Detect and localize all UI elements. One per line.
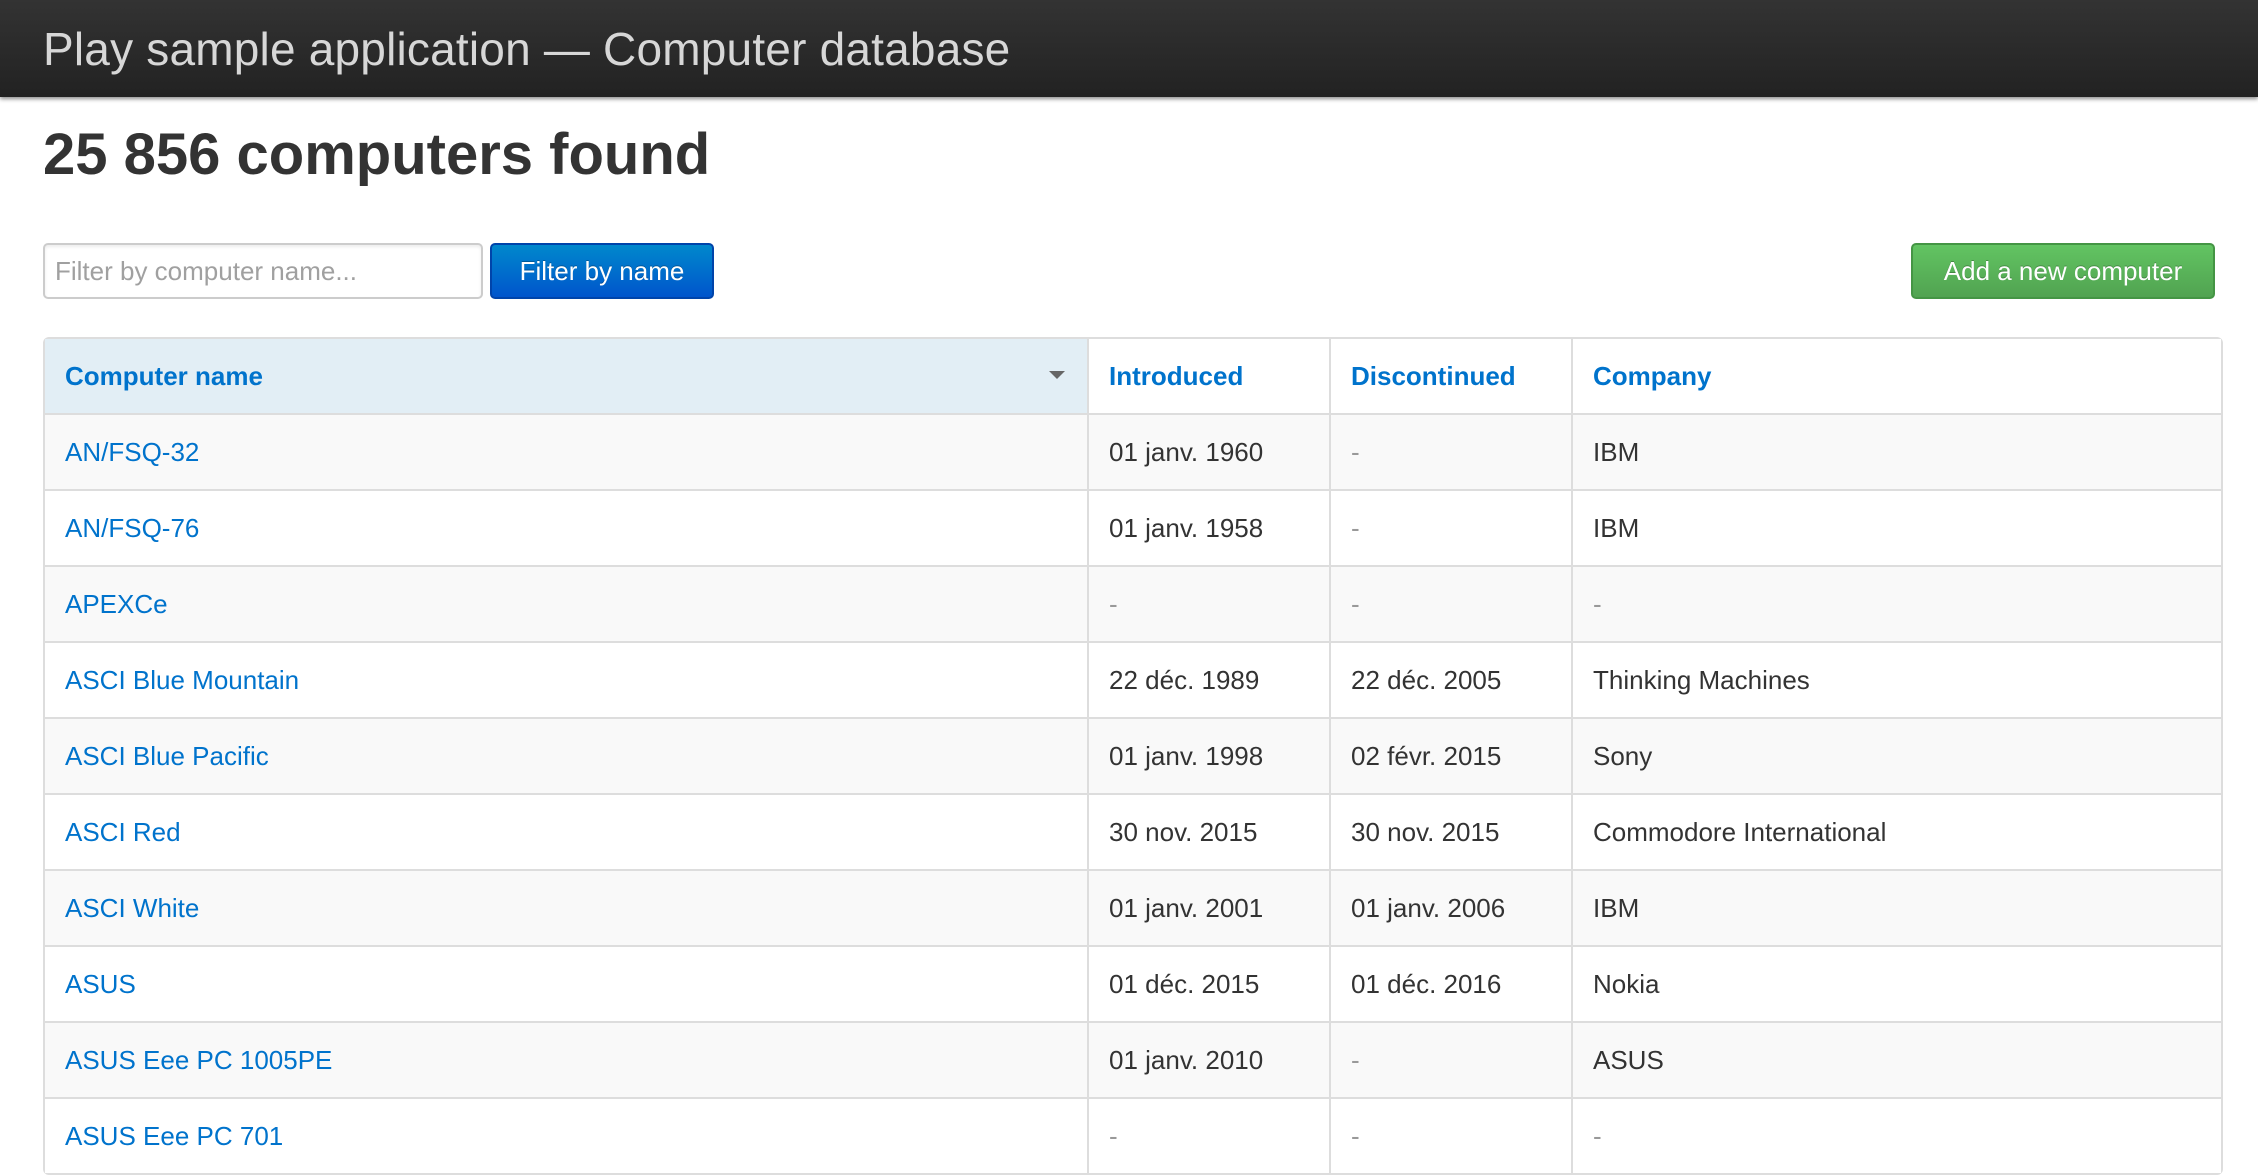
cell-company: ASUS	[1571, 1021, 2221, 1097]
computer-name-link[interactable]: AN/FSQ-32	[65, 437, 199, 467]
cell-computer-name: ASUS	[45, 945, 1087, 1021]
column-header-label: Introduced	[1109, 360, 1244, 391]
cell-computer-name: ASCI White	[45, 869, 1087, 945]
column-header-label: Computer name	[65, 360, 263, 391]
table-row: ASCI Red 30 nov. 2015 30 nov. 2015 Commodor…	[45, 793, 2221, 869]
filter-by-name-button[interactable]: Filter by name	[490, 243, 714, 299]
cell-company: IBM	[1571, 869, 2221, 945]
column-header-introduced[interactable]: Introduced	[1087, 339, 1329, 413]
column-header-company[interactable]: Company	[1571, 339, 2221, 413]
computer-name-link[interactable]: ASUS Eee PC 701	[65, 1121, 283, 1151]
cell-discontinued: 22 déc. 2005	[1329, 641, 1571, 717]
cell-introduced: 01 janv. 2010	[1087, 1021, 1329, 1097]
cell-computer-name: AN/FSQ-76	[45, 489, 1087, 565]
table-header-row: Computer name Introduced Discontinued Co…	[45, 339, 2221, 413]
table-row: ASUS Eee PC 701- - -	[45, 1097, 2221, 1173]
cell-company: -	[1571, 1097, 2221, 1173]
column-header-label: Company	[1593, 360, 1712, 391]
cell-introduced: -	[1087, 565, 1329, 641]
table-body: AN/FSQ-32 01 janv. 1960- IBM AN/FSQ-76 01 ja…	[45, 413, 2221, 1173]
cell-discontinued: -	[1329, 1021, 1571, 1097]
app-title-link[interactable]: Play sample application — Computer datab…	[43, 22, 1010, 76]
cell-discontinued: -	[1329, 489, 1571, 565]
cell-discontinued: -	[1329, 413, 1571, 489]
cell-company: -	[1571, 565, 2221, 641]
computer-name-link[interactable]: ASCI Blue Pacific	[65, 741, 269, 771]
cell-introduced: 01 janv. 1958	[1087, 489, 1329, 565]
cell-introduced: 22 déc. 1989	[1087, 641, 1329, 717]
cell-company: IBM	[1571, 489, 2221, 565]
cell-company: Thinking Machines	[1571, 641, 2221, 717]
add-computer-button[interactable]: Add a new computer	[1911, 243, 2215, 299]
cell-computer-name: ASCI Blue Pacific	[45, 717, 1087, 793]
cell-discontinued: -	[1329, 565, 1571, 641]
computers-table: Computer name Introduced Discontinued Co…	[43, 337, 2223, 1175]
actions-bar: Filter by name Add a new computer	[43, 243, 2215, 301]
column-header-label: Discontinued	[1351, 360, 1516, 391]
table-row: ASCI Blue Mountain 22 déc. 1989 22 déc. 20…	[45, 641, 2221, 717]
cell-company: Sony	[1571, 717, 2221, 793]
cell-company: Nokia	[1571, 945, 2221, 1021]
cell-introduced: 01 janv. 1998	[1087, 717, 1329, 793]
cell-computer-name: ASCI Blue Mountain	[45, 641, 1087, 717]
computer-name-link[interactable]: ASCI Red	[65, 817, 181, 847]
cell-discontinued: -	[1329, 1097, 1571, 1173]
cell-discontinued: 30 nov. 2015	[1329, 793, 1571, 869]
cell-computer-name: ASUS Eee PC 701	[45, 1097, 1087, 1173]
table-row: APEXCe - - -	[45, 565, 2221, 641]
cell-computer-name: APEXCe	[45, 565, 1087, 641]
computer-name-link[interactable]: APEXCe	[65, 589, 168, 619]
table-row: AN/FSQ-76 01 janv. 1958- IBM	[45, 489, 2221, 565]
cell-discontinued: 02 févr. 2015	[1329, 717, 1571, 793]
column-header-discontinued[interactable]: Discontinued	[1329, 339, 1571, 413]
cell-introduced: 01 janv. 1960	[1087, 413, 1329, 489]
cell-discontinued: 01 déc. 2016	[1329, 945, 1571, 1021]
table-row: ASUS Eee PC 1005PE 01 janv. 2010- ASUS	[45, 1021, 2221, 1097]
main-content: 25 856 computers found Filter by name Ad…	[0, 123, 2258, 1175]
computer-name-link[interactable]: ASCI White	[65, 893, 199, 923]
cell-computer-name: AN/FSQ-32	[45, 413, 1087, 489]
cell-company: IBM	[1571, 413, 2221, 489]
cell-introduced: -	[1087, 1097, 1329, 1173]
computer-name-link[interactable]: ASUS	[65, 969, 136, 999]
cell-company: Commodore International	[1571, 793, 2221, 869]
table-row: ASCI Blue Pacific 01 janv. 1998 02 févr. 2…	[45, 717, 2221, 793]
search-input[interactable]	[43, 243, 483, 299]
column-header-computer-name[interactable]: Computer name	[45, 339, 1087, 413]
computer-name-link[interactable]: AN/FSQ-76	[65, 513, 199, 543]
sort-descending-icon	[1049, 371, 1065, 379]
top-navbar: Play sample application — Computer datab…	[0, 0, 2258, 97]
cell-introduced: 30 nov. 2015	[1087, 793, 1329, 869]
computer-name-link[interactable]: ASUS Eee PC 1005PE	[65, 1045, 332, 1075]
computer-name-link[interactable]: ASCI Blue Mountain	[65, 665, 299, 695]
table-row: ASUS 01 déc. 2015 01 déc. 2016 Nokia	[45, 945, 2221, 1021]
page-title: 25 856 computers found	[43, 122, 711, 187]
cell-introduced: 01 déc. 2015	[1087, 945, 1329, 1021]
cell-computer-name: ASUS Eee PC 1005PE	[45, 1021, 1087, 1097]
table-row: ASCI White 01 janv. 2001 01 janv. 2006 IBM	[45, 869, 2221, 945]
cell-discontinued: 01 janv. 2006	[1329, 869, 1571, 945]
table-row: AN/FSQ-32 01 janv. 1960- IBM	[45, 413, 2221, 489]
cell-computer-name: ASCI Red	[45, 793, 1087, 869]
cell-introduced: 01 janv. 2001	[1087, 869, 1329, 945]
